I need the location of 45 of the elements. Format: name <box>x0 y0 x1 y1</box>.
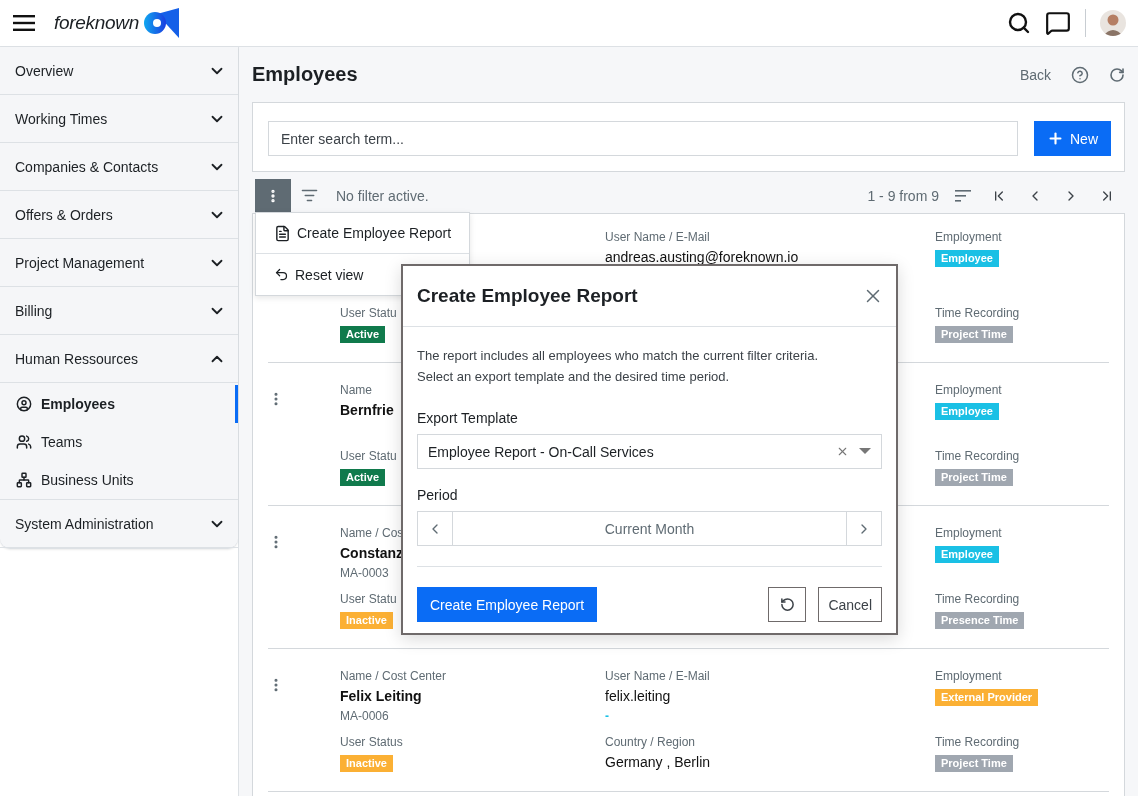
field-label: User Statu <box>340 305 397 322</box>
status-badge: Project Time <box>935 755 1013 772</box>
field-value: felix.leiting <box>605 687 671 706</box>
dialog-description: Select an export template and the desired time period. <box>417 368 731 386</box>
field-label: User Status <box>340 734 403 751</box>
field-value: andreas.austing@foreknown.io <box>605 248 799 267</box>
field-label: Employment <box>935 525 1002 542</box>
status-badge: Project Time <box>935 326 1013 343</box>
field-label: Name / Cost Center <box>340 668 447 685</box>
field-label: User Statu <box>340 448 397 465</box>
field-label: Time Recording <box>935 591 1020 608</box>
field-label: Employment <box>935 668 1002 685</box>
status-badge: Presence Time <box>935 612 1025 629</box>
filter-status: No filter active. <box>336 187 430 204</box>
field-subtext: MA-0006 <box>340 708 389 725</box>
status-badge: Active <box>340 326 386 343</box>
field-value: Bernfrie <box>340 401 394 420</box>
field-label: Employment <box>935 229 1002 246</box>
field-subtext: MA-0003 <box>340 565 389 582</box>
field-label: Time Recording <box>935 448 1020 465</box>
field-label: Employment <box>935 382 1002 399</box>
dialog-description: The report includes all employees who match the current filter criteria. <box>417 347 819 365</box>
status-badge: Inactive <box>340 755 393 772</box>
field-label: Export Template <box>417 410 519 426</box>
field-label: Period <box>417 487 459 503</box>
field-value: Germany , Berlin <box>605 753 711 772</box>
page-range: 1 - 9 from 9 <box>867 187 939 204</box>
status-badge: External Provider <box>935 689 1039 706</box>
field-label: User Statu <box>340 591 397 608</box>
status-badge: Employee <box>935 250 999 267</box>
field-label: User Name / E-Mail <box>605 668 710 685</box>
field-value: Constanz <box>340 544 403 563</box>
status-badge: Employee <box>935 546 999 563</box>
status-badge: Employee <box>935 403 999 420</box>
logo-text: foreknown <box>54 12 139 34</box>
field-value: Felix Leiting <box>340 687 422 706</box>
field-label: Country / Region <box>605 734 696 751</box>
field-label: Name <box>340 382 372 399</box>
field-label: Time Recording <box>935 734 1020 751</box>
status-badge: Inactive <box>340 612 393 629</box>
status-badge: Project Time <box>935 469 1013 486</box>
status-badge: Active <box>340 469 386 486</box>
field-label: User Name / E-Mail <box>605 229 710 246</box>
field-label: Time Recording <box>935 305 1020 322</box>
page-title: Employees <box>252 63 359 86</box>
